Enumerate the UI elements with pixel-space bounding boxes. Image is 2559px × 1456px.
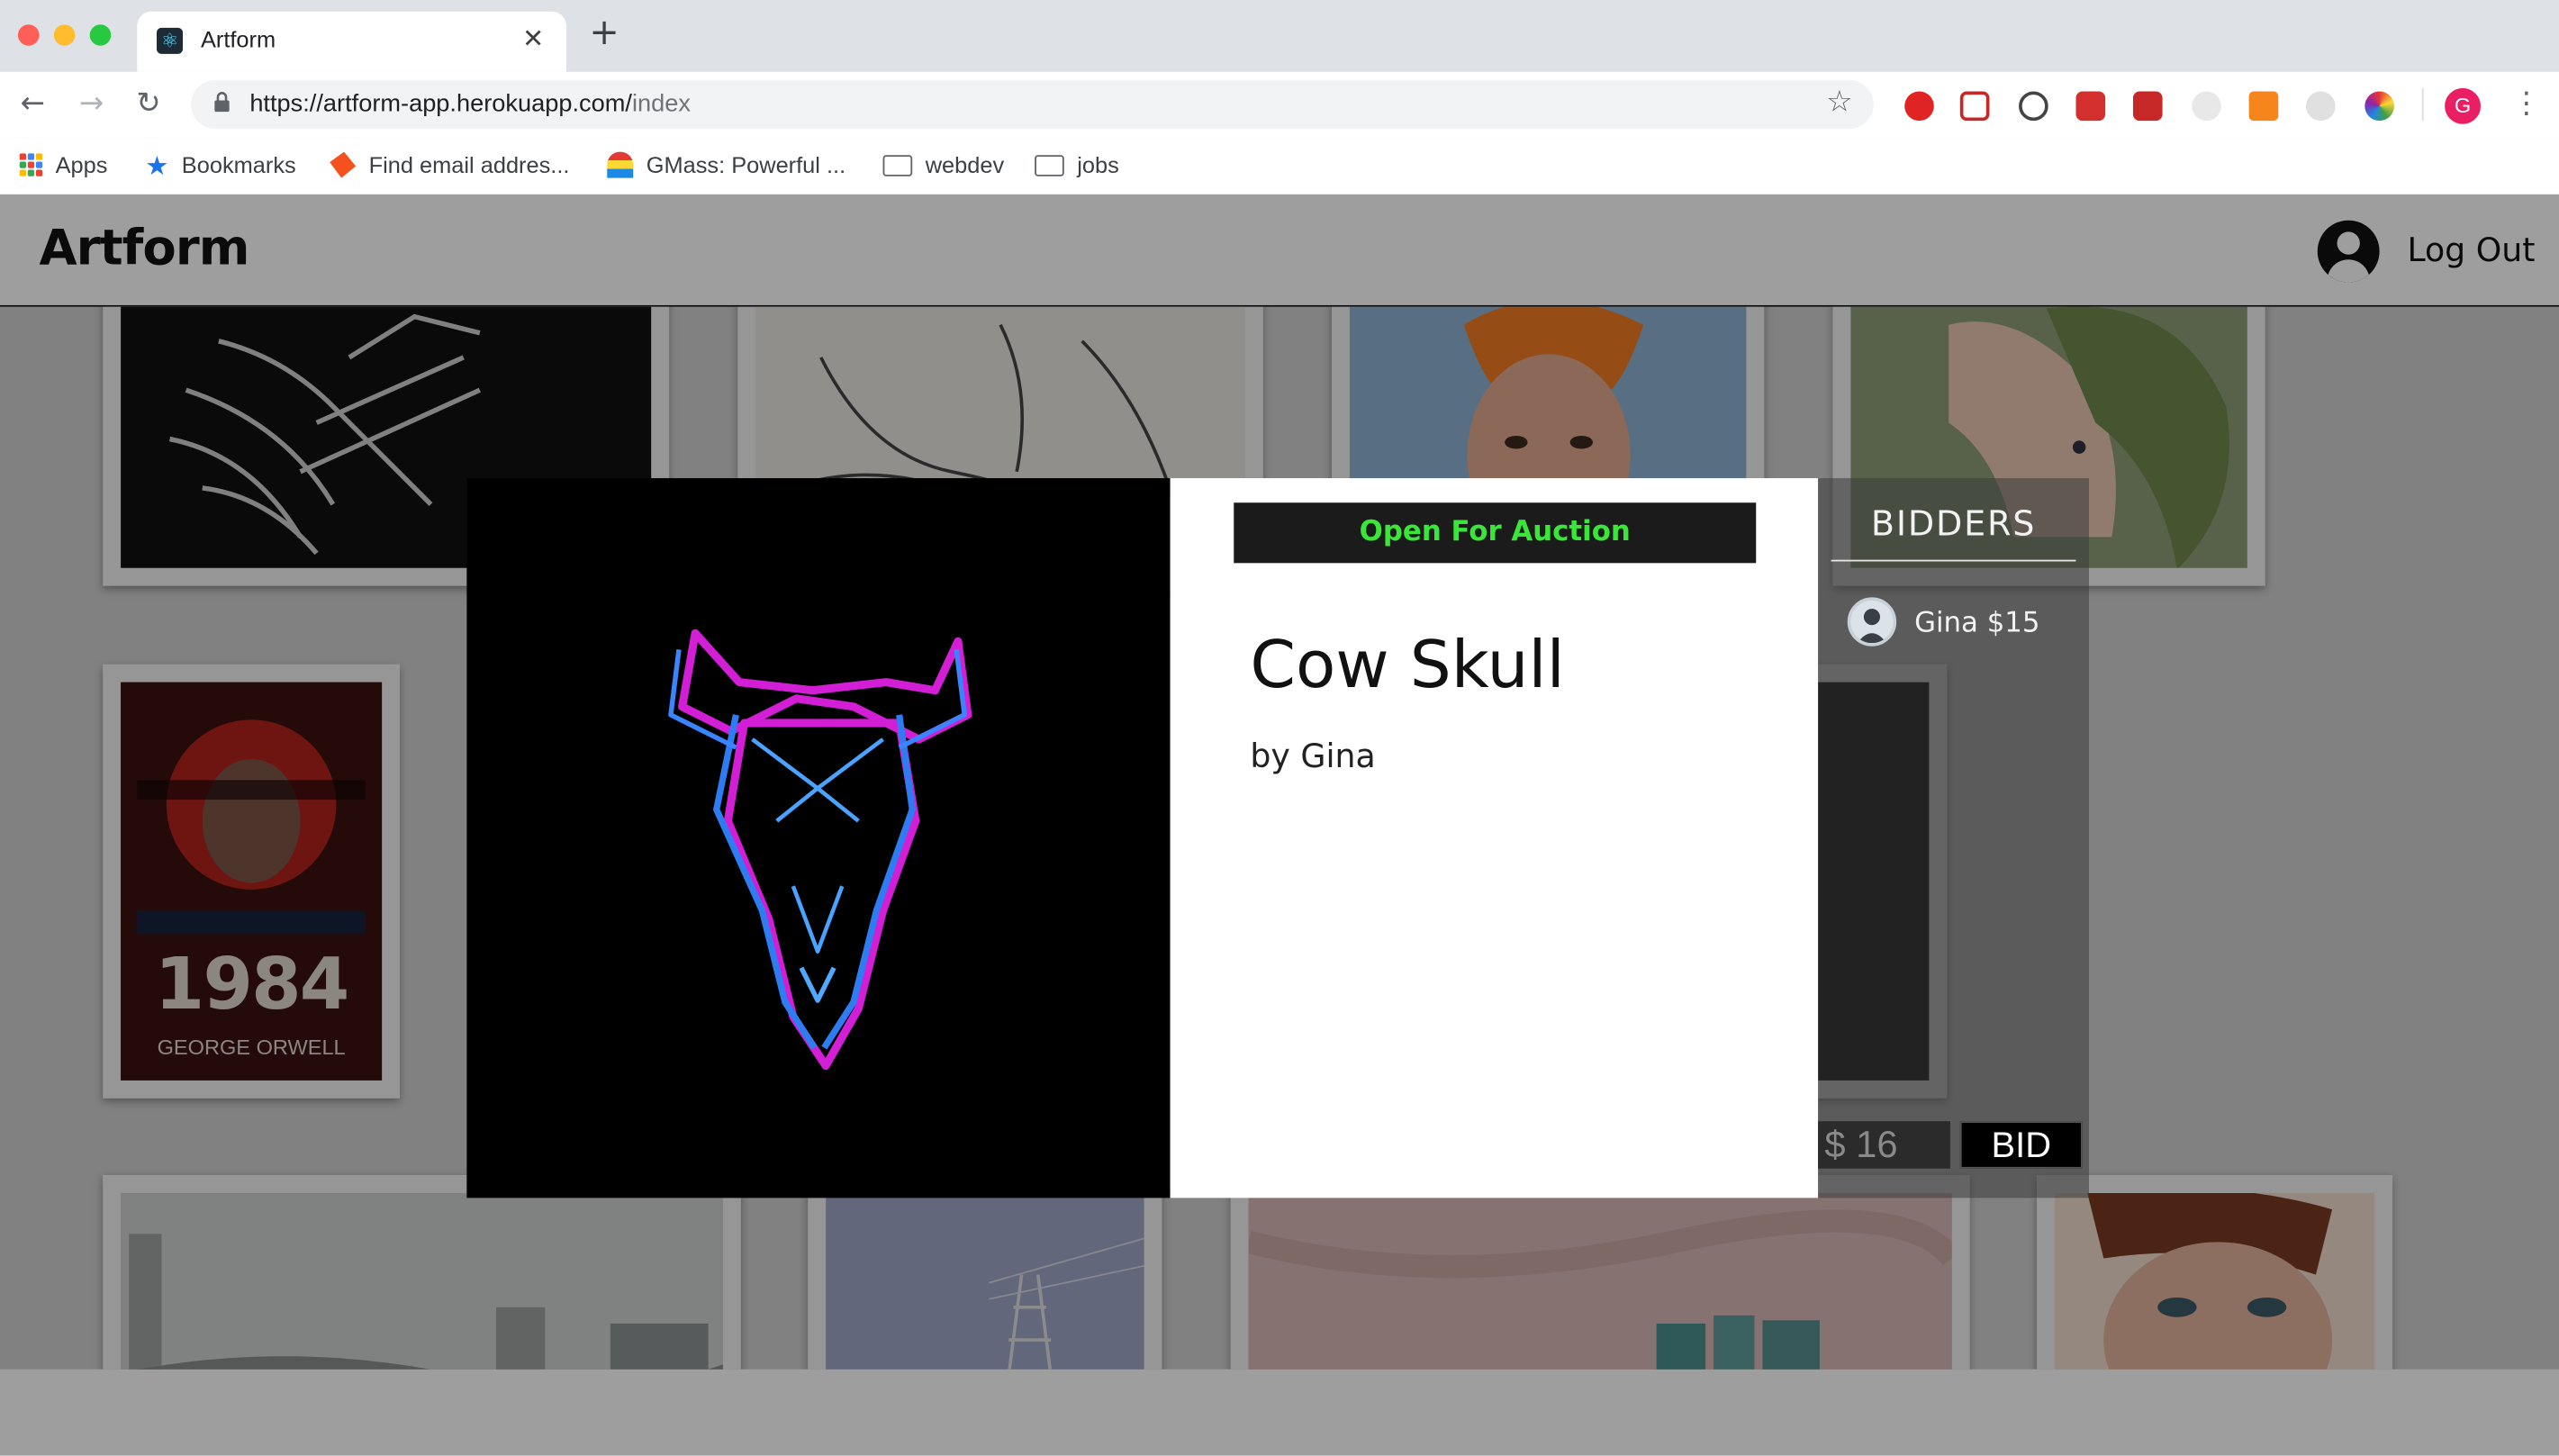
bookmark-bookmarks[interactable]: ★ Bookmarks xyxy=(145,149,295,181)
back-arrow-icon[interactable]: ← xyxy=(14,85,53,124)
cors-extension-icon[interactable] xyxy=(2075,91,2106,122)
tab-artform[interactable]: ⚛ Artform ✕ xyxy=(137,11,566,72)
bidder-entry: Gina $15 xyxy=(1914,607,2040,640)
close-window-button[interactable] xyxy=(17,24,40,46)
address-bar[interactable]: https://artform-app.herokuapp.com/index … xyxy=(191,79,1874,130)
apps-grid-icon xyxy=(19,153,43,176)
extension-icon-2[interactable] xyxy=(1959,91,1990,122)
bidders-panel: BIDDERS Gina $15 xyxy=(1818,478,2089,1198)
url-text: https://artform-app.herokuapp.com/index xyxy=(249,90,691,118)
reload-icon[interactable]: ↻ xyxy=(129,85,168,124)
bid-amount-input[interactable] xyxy=(1818,1121,1950,1169)
toolbar-divider xyxy=(2421,87,2424,122)
hunter-icon xyxy=(330,151,357,178)
bookmark-folder-jobs[interactable]: jobs xyxy=(1035,149,1119,181)
artwork-title: Cow Skull xyxy=(1250,628,1565,704)
bookmarks-bar: Apps ★ Bookmarks Find email addres... GM… xyxy=(0,137,2559,194)
artwork-artist: by Gina xyxy=(1250,736,1376,775)
bookmark-label: Find email addres... xyxy=(368,151,570,178)
react-icon: ⚛ xyxy=(157,27,183,54)
extension-icon-1[interactable] xyxy=(1904,91,1934,122)
url-path: index xyxy=(631,89,691,118)
lock-icon xyxy=(214,92,230,113)
extension-icon-5[interactable] xyxy=(2132,91,2163,122)
bid-button[interactable]: BID xyxy=(1959,1121,2083,1169)
bookmark-find-email[interactable]: Find email addres... xyxy=(330,149,569,181)
bookmark-apps[interactable]: Apps xyxy=(19,149,108,181)
artwork-preview xyxy=(466,478,1171,1198)
folder-icon xyxy=(882,154,913,176)
more-menu-icon[interactable]: ⋮ xyxy=(2511,86,2541,121)
extension-icon-6[interactable] xyxy=(2192,91,2221,122)
extension-icon-3[interactable] xyxy=(2019,91,2048,122)
forward-arrow-icon[interactable]: → xyxy=(72,85,112,124)
auction-status-badge: Open For Auction xyxy=(1234,502,1757,564)
new-tab-button[interactable]: + xyxy=(589,15,619,52)
bookmark-label: webdev xyxy=(925,151,1005,178)
cow-skull-artwork xyxy=(668,629,972,1071)
browser-tabstrip: ⚛ Artform ✕ + xyxy=(0,0,2559,72)
extension-icon-8[interactable] xyxy=(2306,91,2336,122)
bookmark-star-icon[interactable]: ☆ xyxy=(1826,85,1852,119)
metamask-fox-icon[interactable] xyxy=(2248,91,2279,122)
minimize-window-button[interactable] xyxy=(53,24,76,46)
bookmark-gmass[interactable]: GMass: Powerful ... xyxy=(607,149,845,181)
star-icon: ★ xyxy=(145,149,169,181)
bidders-heading: BIDDERS xyxy=(1831,504,2076,562)
bookmark-label: Bookmarks xyxy=(181,151,296,178)
avatar xyxy=(1847,597,1897,647)
zoom-window-button[interactable] xyxy=(89,24,112,46)
close-icon[interactable]: ✕ xyxy=(522,23,544,53)
browser-toolbar: ← → ↻ https://artform-app.herokuapp.com/… xyxy=(0,71,2559,138)
color-wheel-icon[interactable] xyxy=(2365,91,2394,122)
url-host: https://artform-app.herokuapp.com/ xyxy=(249,89,632,118)
artwork-detail-card: Open For Auction Cow Skull by Gina xyxy=(1170,478,1819,1198)
app-page: Artform Log Out 1984 GEORGE ORWELL Open … xyxy=(0,194,2559,1456)
folder-icon xyxy=(1035,154,1064,176)
bookmark-label: Apps xyxy=(55,151,108,178)
bookmark-label: jobs xyxy=(1077,151,1119,178)
bookmark-folder-webdev[interactable]: webdev xyxy=(882,149,1005,181)
bookmark-label: GMass: Powerful ... xyxy=(646,151,846,178)
gmass-icon xyxy=(607,151,634,178)
tab-title: Artform xyxy=(200,26,276,52)
profile-avatar[interactable]: G xyxy=(2445,87,2481,124)
